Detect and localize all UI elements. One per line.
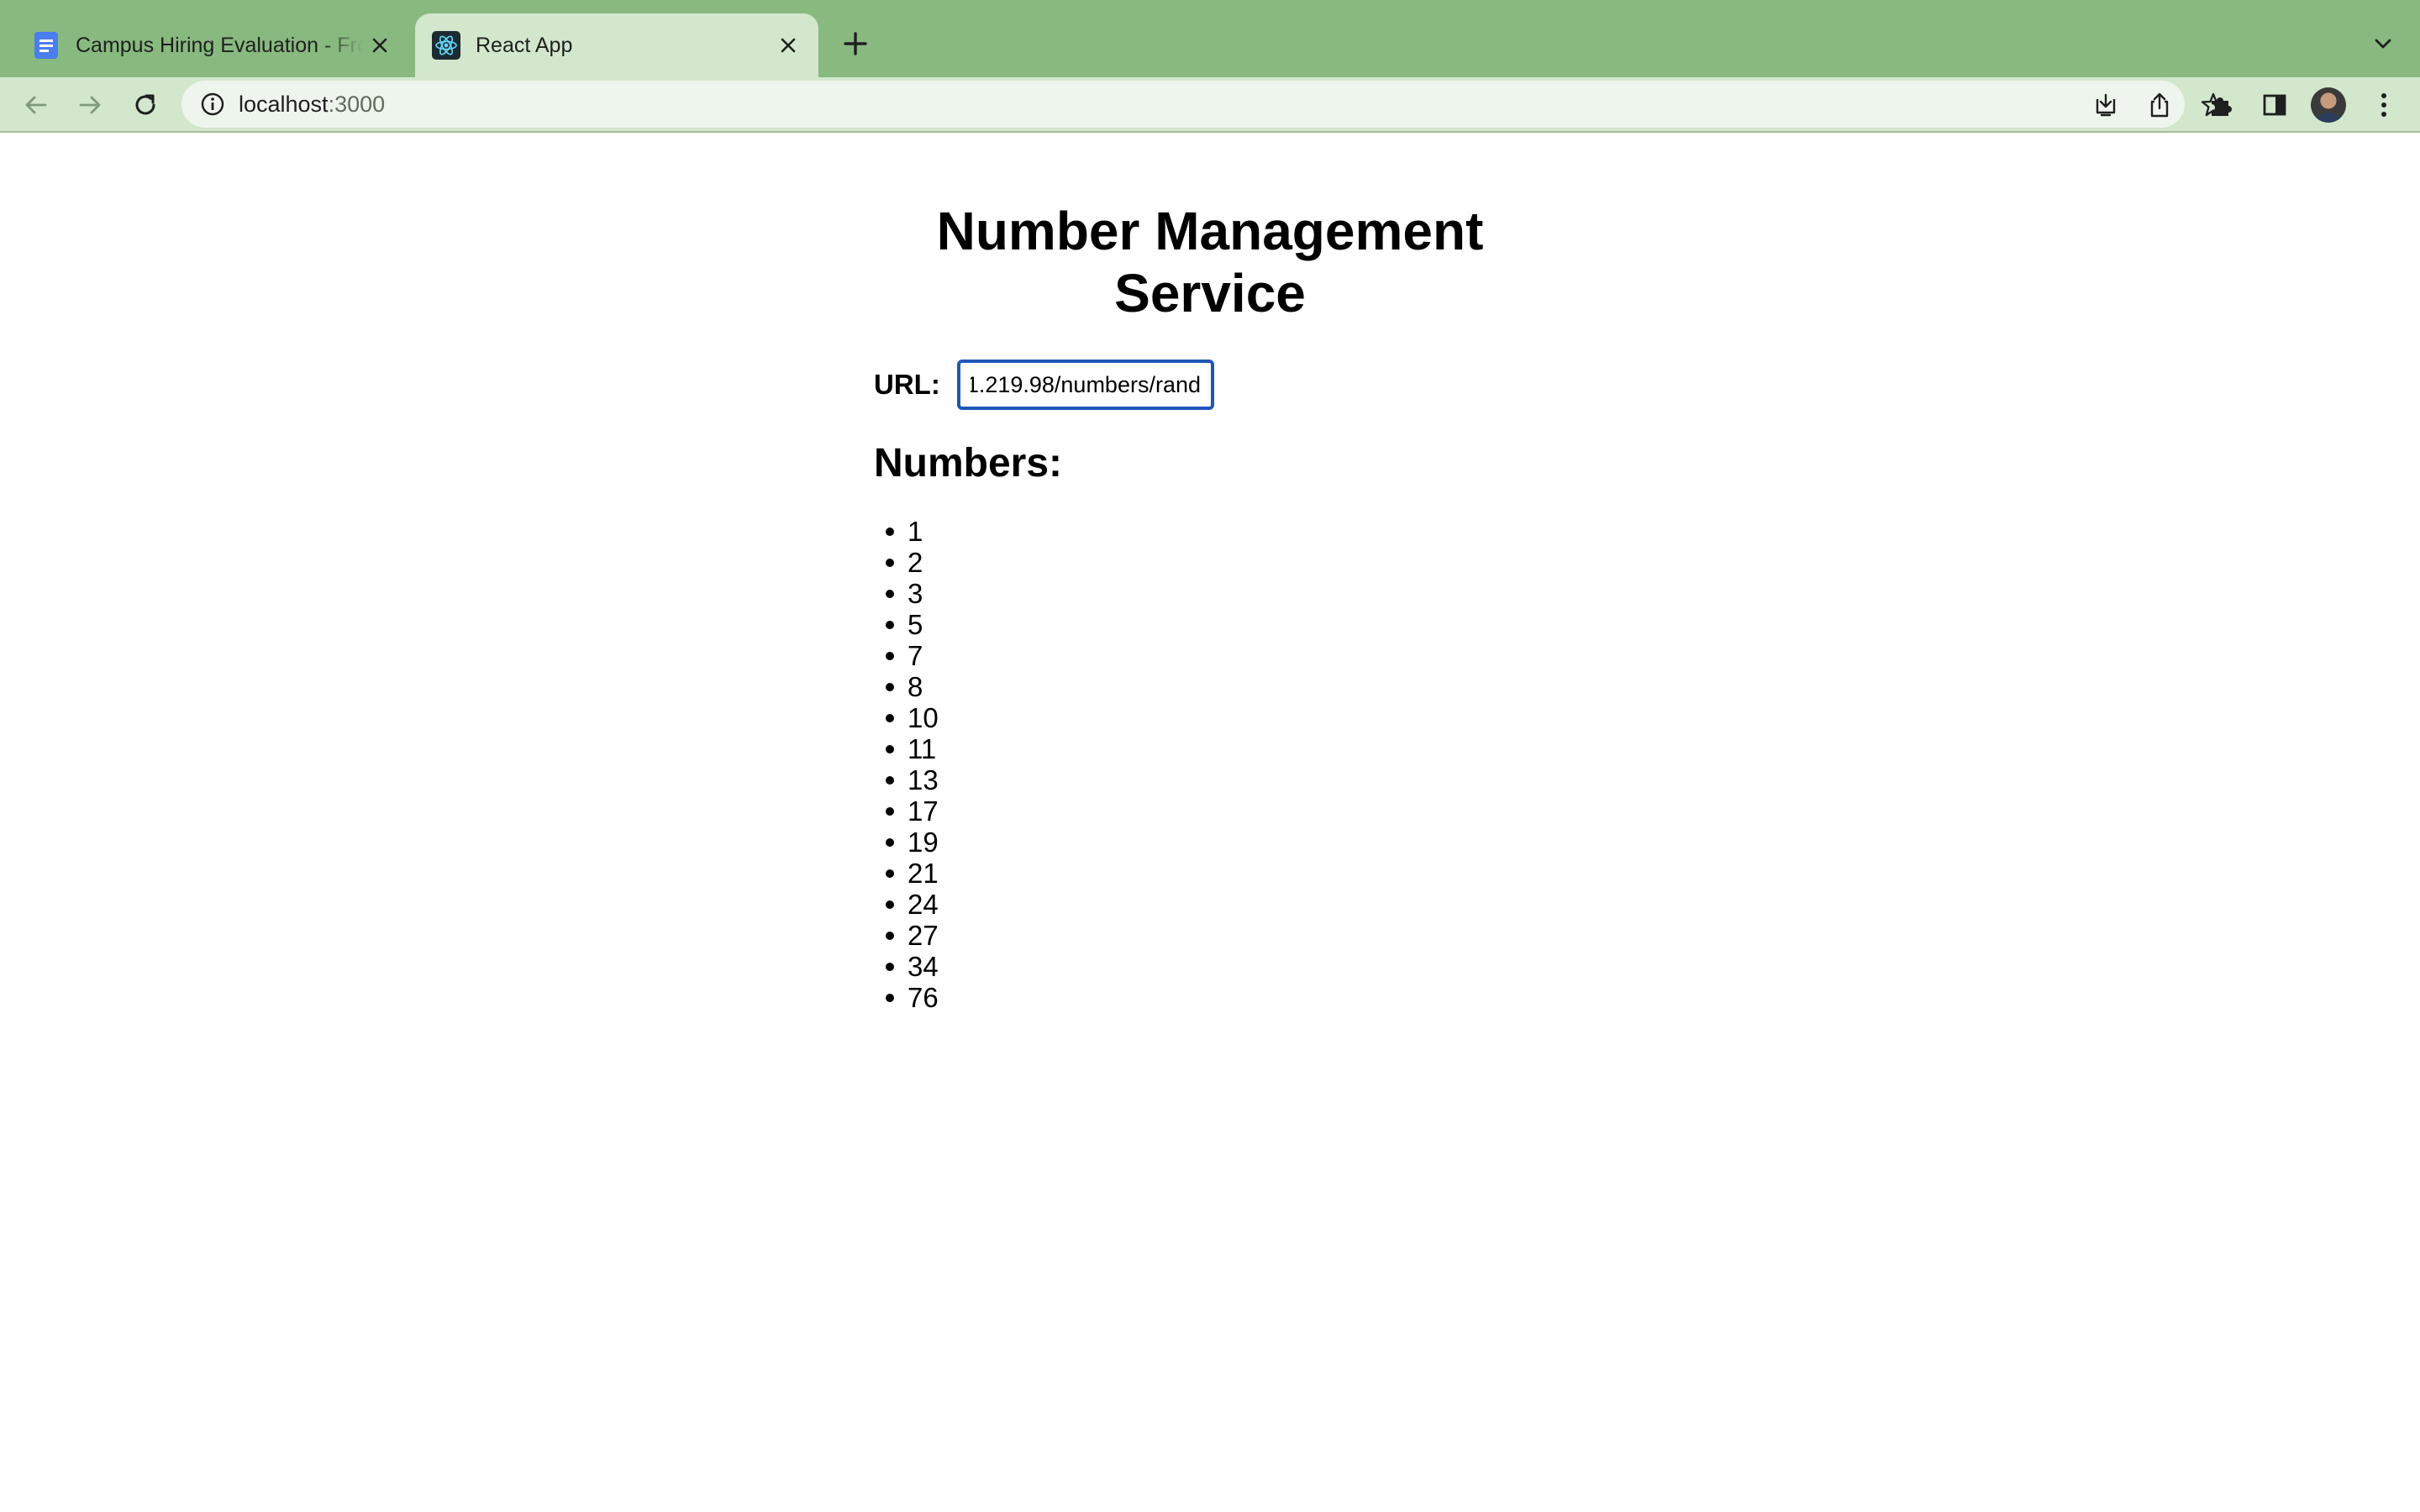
page-title: Number Management Service — [874, 200, 1546, 324]
list-item: 19 — [874, 827, 939, 858]
side-panel-icon — [2263, 94, 2286, 116]
share-icon[interactable] — [2143, 88, 2176, 122]
list-item: 76 — [874, 982, 939, 1013]
url-row: URL: — [874, 360, 1214, 410]
browser-menu-button[interactable] — [2363, 84, 2405, 126]
profile-button[interactable] — [2307, 84, 2349, 126]
list-item: 5 — [874, 609, 939, 640]
plus-icon — [844, 32, 867, 55]
list-item: 11 — [874, 733, 939, 764]
url-input[interactable] — [956, 360, 1214, 410]
close-icon[interactable] — [771, 29, 805, 62]
site-info-icon[interactable] — [197, 88, 229, 120]
page-title-line-2: Service — [1114, 263, 1306, 323]
list-item: 17 — [874, 795, 939, 827]
list-item: 24 — [874, 889, 939, 920]
tab-react-app[interactable]: React App — [415, 13, 818, 77]
install-app-icon[interactable] — [2089, 88, 2123, 122]
tab-campus-hiring[interactable]: Campus Hiring Evaluation - Frontend — [15, 13, 410, 77]
list-item: 10 — [874, 702, 939, 733]
list-item: 3 — [874, 578, 939, 609]
list-item: 34 — [874, 951, 939, 982]
arrow-left-icon — [25, 96, 47, 114]
tab-title: Campus Hiring Evaluation - Frontend — [76, 33, 363, 57]
list-item: 2 — [874, 547, 939, 578]
kebab-menu-icon — [2381, 93, 2386, 117]
list-item: 27 — [874, 920, 939, 951]
list-item: 1 — [874, 516, 939, 547]
address-text[interactable]: localhost:3000 — [239, 81, 385, 128]
new-tab-button[interactable] — [835, 24, 876, 64]
list-item: 21 — [874, 858, 939, 889]
address-bar[interactable]: localhost:3000 — [182, 81, 2226, 128]
page-content: Number Management Service URL: Numbers: … — [0, 134, 2420, 1512]
numbers-list: 1 2 3 5 7 8 10 11 13 17 19 21 24 27 34 76 — [874, 516, 939, 1013]
avatar — [2311, 87, 2346, 123]
side-panel-button[interactable] — [2254, 84, 2296, 126]
chevron-down-icon — [2375, 39, 2391, 49]
close-icon[interactable] — [363, 29, 397, 62]
numbers-heading: Numbers: — [874, 441, 1063, 486]
reload-icon — [135, 94, 155, 115]
list-item: 8 — [874, 671, 939, 702]
url-label: URL: — [874, 369, 940, 400]
browser-tabstrip: Campus Hiring Evaluation - Frontend Reac… — [0, 0, 2420, 77]
reload-button[interactable] — [123, 82, 168, 128]
list-item: 13 — [874, 764, 939, 795]
list-item: 7 — [874, 640, 939, 671]
address-port: :3000 — [328, 92, 386, 117]
address-host: localhost — [239, 92, 329, 117]
back-button[interactable] — [13, 82, 59, 128]
tab-title: React App — [476, 33, 573, 57]
puzzle-icon — [2212, 97, 2232, 116]
tab-search-button[interactable] — [2363, 24, 2403, 64]
forward-button[interactable] — [67, 82, 113, 128]
browser-toolbar: localhost:3000 — [0, 77, 2420, 133]
docs-icon — [34, 32, 58, 59]
extensions-button[interactable] — [2200, 84, 2242, 126]
arrow-right-icon — [79, 96, 101, 114]
react-icon — [432, 31, 460, 60]
page-title-line-1: Number Management — [936, 201, 1484, 261]
